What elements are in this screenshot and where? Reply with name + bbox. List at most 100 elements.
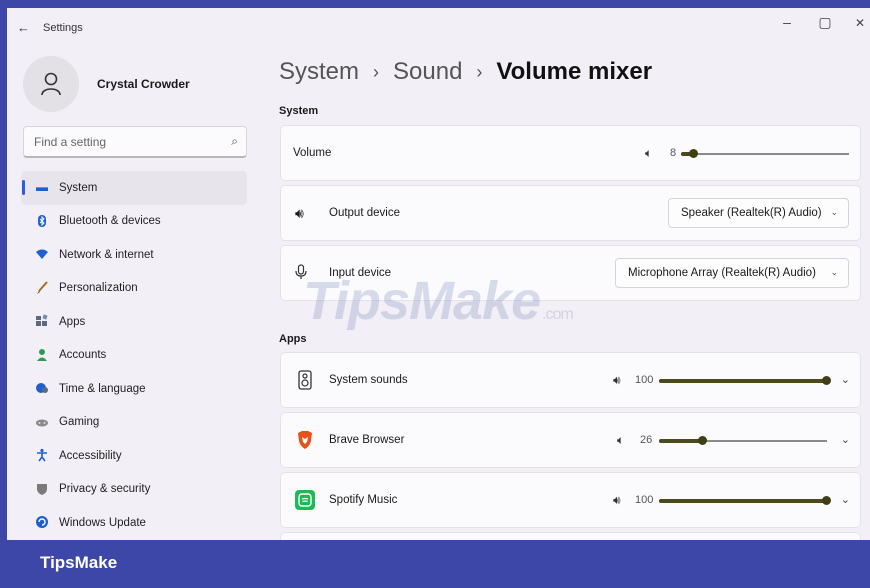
slider-thumb[interactable] bbox=[698, 436, 707, 445]
sidebar-item-time-language[interactable]: Time & language bbox=[21, 372, 247, 406]
app-name: Brave Browser bbox=[329, 434, 405, 446]
speaker-icon[interactable]: 🔊︎ bbox=[613, 373, 621, 388]
output-device-card: 🔊︎ Output device Speaker (Realtek(R) Aud… bbox=[280, 185, 861, 241]
chevron-down-icon[interactable]: ⌄ bbox=[841, 433, 850, 446]
breadcrumb: System › Sound › Volume mixer bbox=[279, 58, 652, 86]
settings-window: ← Settings – ▢ ✕ Crystal Crowder ⌕ ▬ Sys… bbox=[7, 8, 870, 540]
app-volume-card: Spotify Music 🔊︎ 100 ⌄ bbox=[280, 472, 861, 528]
speaker-icon[interactable]: 🔈︎ bbox=[645, 146, 652, 161]
page-title: Volume mixer bbox=[496, 58, 653, 85]
slider-thumb[interactable] bbox=[689, 149, 698, 158]
wifi-icon bbox=[35, 247, 49, 261]
sidebar-item-network[interactable]: Network & internet bbox=[21, 238, 247, 272]
brush-icon bbox=[35, 280, 49, 295]
sidebar-item-label: System bbox=[59, 181, 98, 194]
app-volume-slider[interactable] bbox=[659, 376, 831, 385]
master-volume-slider[interactable] bbox=[681, 149, 849, 158]
speaker-icon[interactable]: 🔈︎ bbox=[617, 433, 624, 448]
sidebar-item-label: Personalization bbox=[59, 282, 138, 295]
slider-thumb[interactable] bbox=[822, 496, 831, 505]
output-device-label: Output device bbox=[329, 207, 400, 219]
minimize-button[interactable]: – bbox=[772, 14, 802, 30]
volume-value: 8 bbox=[670, 147, 677, 159]
close-button[interactable]: ✕ bbox=[845, 16, 870, 30]
volume-card: Volume 🔈︎ 8 bbox=[280, 125, 861, 181]
bluetooth-icon bbox=[35, 214, 49, 228]
spotify-icon bbox=[295, 490, 315, 510]
app-name: Spotify Music bbox=[329, 494, 398, 506]
slider-thumb[interactable] bbox=[822, 376, 831, 385]
sidebar-item-apps[interactable]: Apps bbox=[21, 305, 247, 339]
sidebar-item-privacy[interactable]: Privacy & security bbox=[21, 473, 247, 507]
globe-clock-icon bbox=[35, 381, 49, 395]
app-volume-slider[interactable] bbox=[659, 496, 831, 505]
output-device-value: Speaker (Realtek(R) Audio) bbox=[681, 207, 822, 219]
app-volume-card-partial bbox=[280, 532, 861, 540]
sidebar-item-windows-update[interactable]: Windows Update bbox=[21, 506, 247, 540]
title-bar: ← Settings – ▢ ✕ bbox=[7, 8, 870, 46]
user-profile[interactable]: Crystal Crowder bbox=[23, 56, 190, 112]
update-icon bbox=[35, 515, 49, 529]
gamepad-icon bbox=[35, 415, 49, 429]
sidebar-item-label: Apps bbox=[59, 315, 86, 328]
sidebar-item-gaming[interactable]: Gaming bbox=[21, 406, 247, 440]
maximize-button[interactable]: ▢ bbox=[810, 14, 840, 31]
sidebar-item-accounts[interactable]: Accounts bbox=[21, 339, 247, 373]
app-volume-slider[interactable] bbox=[659, 436, 827, 445]
chevron-down-icon[interactable]: ⌄ bbox=[841, 373, 850, 386]
chevron-down-icon: ⌄ bbox=[830, 267, 838, 277]
search-icon[interactable]: ⌕ bbox=[231, 134, 238, 149]
speaker-box-icon bbox=[295, 370, 315, 390]
output-device-dropdown[interactable]: Speaker (Realtek(R) Audio) ⌄ bbox=[668, 198, 849, 228]
speaker-icon: 🔊︎ bbox=[295, 205, 304, 221]
accessibility-icon bbox=[35, 448, 49, 462]
chevron-down-icon: ⌄ bbox=[830, 207, 838, 217]
sidebar-nav: ▬ System Bluetooth & devices Network & i… bbox=[21, 171, 247, 540]
sidebar-item-label: Bluetooth & devices bbox=[59, 215, 161, 228]
apps-section-title: Apps bbox=[279, 333, 307, 345]
person-icon bbox=[41, 72, 61, 96]
app-volume-card: Brave Browser 🔈︎ 26 ⌄ bbox=[280, 412, 861, 468]
sidebar-item-label: Windows Update bbox=[59, 516, 146, 529]
window-title: Settings bbox=[43, 22, 83, 34]
sidebar-item-personalization[interactable]: Personalization bbox=[21, 272, 247, 306]
speaker-icon[interactable]: 🔊︎ bbox=[613, 493, 621, 508]
sidebar-item-accessibility[interactable]: Accessibility bbox=[21, 439, 247, 473]
breadcrumb-system[interactable]: System bbox=[279, 58, 359, 86]
watermark-suffix: .com bbox=[542, 306, 574, 323]
sidebar-item-system[interactable]: ▬ System bbox=[21, 171, 247, 205]
shield-icon bbox=[35, 482, 49, 496]
breadcrumb-separator: › bbox=[373, 61, 380, 82]
app-volume-value: 100 bbox=[635, 494, 654, 506]
search-box[interactable]: ⌕ bbox=[23, 126, 247, 158]
sidebar-item-label: Network & internet bbox=[59, 248, 154, 261]
back-button[interactable]: ← bbox=[17, 20, 30, 35]
apps-icon bbox=[35, 314, 49, 328]
app-volume-value: 100 bbox=[635, 374, 654, 386]
avatar[interactable] bbox=[23, 56, 79, 112]
input-device-value: Microphone Array (Realtek(R) Audio) bbox=[628, 267, 816, 279]
brave-lion-icon bbox=[295, 430, 315, 450]
sidebar-item-label: Privacy & security bbox=[59, 483, 151, 496]
breadcrumb-sound[interactable]: Sound bbox=[393, 58, 462, 86]
app-name: System sounds bbox=[329, 374, 408, 386]
sidebar-item-label: Accessibility bbox=[59, 449, 122, 462]
chevron-down-icon[interactable]: ⌄ bbox=[841, 493, 850, 506]
display-icon: ▬ bbox=[36, 180, 48, 194]
breadcrumb-separator: › bbox=[476, 61, 483, 82]
sidebar-item-label: Accounts bbox=[59, 349, 107, 362]
slider-fill bbox=[659, 439, 703, 443]
input-device-dropdown[interactable]: Microphone Array (Realtek(R) Audio) ⌄ bbox=[615, 258, 849, 288]
sidebar-item-label: Time & language bbox=[59, 382, 146, 395]
app-volume-value: 26 bbox=[640, 434, 653, 446]
slider-fill bbox=[659, 379, 827, 383]
watermark: TipsMake .com bbox=[303, 270, 574, 332]
app-volume-card: System sounds 🔊︎ 100 ⌄ bbox=[280, 352, 861, 408]
sidebar-item-label: Gaming bbox=[59, 416, 100, 429]
watermark-text: TipsMake bbox=[303, 271, 541, 331]
footer-brand: TipsMake bbox=[40, 553, 118, 572]
search-input[interactable] bbox=[24, 127, 204, 156]
user-name: Crystal Crowder bbox=[97, 77, 190, 91]
sidebar-item-bluetooth[interactable]: Bluetooth & devices bbox=[21, 205, 247, 239]
system-section-title: System bbox=[279, 105, 319, 117]
